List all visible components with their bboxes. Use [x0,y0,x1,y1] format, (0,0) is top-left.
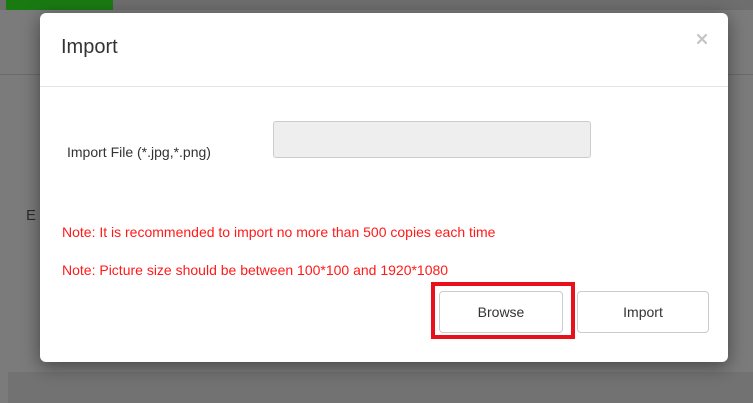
import-button[interactable]: Import [577,291,709,333]
background-bottom-panel [8,372,753,403]
import-file-label: Import File (*.jpg,*.png) [67,144,211,160]
note-picture-size: Note: Picture size should be between 100… [62,262,449,278]
dialog-header: Import [40,13,728,87]
note-import-limit: Note: It is recommended to import no mor… [62,224,496,240]
background-partial-label: E [26,207,37,224]
close-icon [696,33,708,45]
dialog-title: Import [61,36,118,58]
import-file-input[interactable] [273,121,591,158]
background-brand-tab [6,0,113,10]
close-button[interactable] [694,31,710,47]
import-dialog: Import Import File (*.jpg,*.png) Note: I… [40,13,728,362]
browse-button[interactable]: Browse [439,291,563,333]
